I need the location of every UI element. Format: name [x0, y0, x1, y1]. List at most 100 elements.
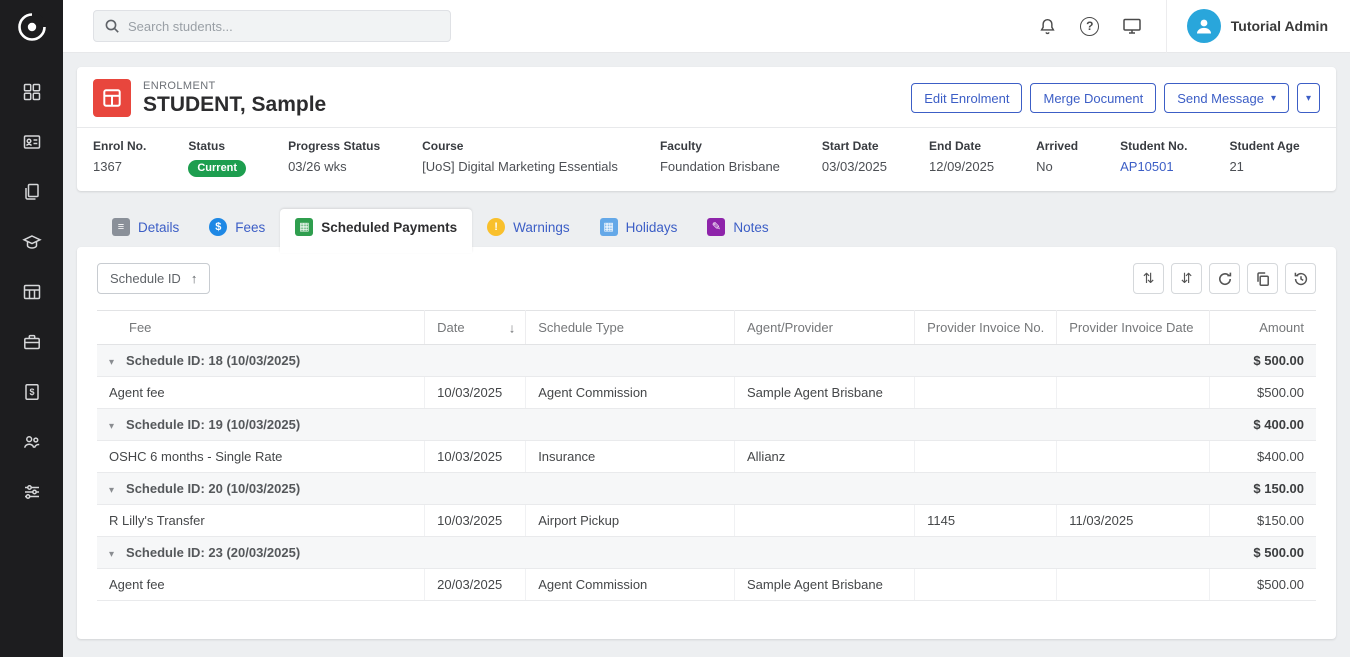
history-button[interactable]	[1285, 263, 1316, 294]
field-label: End Date	[929, 139, 994, 153]
sidebar-item-contacts[interactable]	[10, 122, 54, 162]
tab-warnings[interactable]: !Warnings	[472, 209, 585, 247]
graduation-cap-icon	[22, 232, 42, 252]
help-button[interactable]: ?	[1072, 8, 1108, 44]
column-header-agent-provider[interactable]: Agent/Provider	[734, 311, 914, 345]
group-title: Schedule ID: 20 (10/03/2025)	[126, 481, 300, 496]
collapse-group-icon[interactable]: ▾	[109, 485, 114, 496]
sidebar-item-services[interactable]	[10, 322, 54, 362]
column-header-fee[interactable]: Fee	[97, 311, 425, 345]
collapse-group-icon[interactable]: ▾	[109, 421, 114, 432]
enrolment-header: ENROLMENT STUDENT, Sample Edit Enrolment…	[77, 67, 1336, 127]
search-input[interactable]	[128, 19, 440, 34]
sidebar-item-enrolments[interactable]	[10, 172, 54, 212]
cell-amount: $150.00	[1209, 505, 1316, 537]
schedule-group-row[interactable]: ▾ Schedule ID: 20 (10/03/2025) $ 150.00	[97, 473, 1316, 505]
merge-document-button[interactable]: Merge Document	[1030, 83, 1156, 113]
sidebar-item-courses[interactable]	[10, 222, 54, 262]
more-actions-button[interactable]: ▾	[1297, 83, 1320, 113]
schedule-group-row[interactable]: ▾Schedule ID: 19 (10/03/2025)$ 400.00	[97, 409, 1316, 441]
tab-holidays[interactable]: ▦Holidays	[585, 209, 693, 247]
tab-scheduled[interactable]: ▦Scheduled Payments	[280, 209, 472, 253]
group-by-chip[interactable]: Schedule ID ↑	[97, 263, 210, 294]
remote-support-button[interactable]	[1114, 8, 1150, 44]
cell-fee: R Lilly's Transfer	[97, 505, 425, 537]
expand-all-button[interactable]: ⇅	[1133, 263, 1164, 294]
schedule-group-row[interactable]: ▾Schedule ID: 18 (10/03/2025)$ 500.00	[97, 345, 1316, 377]
send-message-button[interactable]: Send Message ▾	[1164, 83, 1289, 113]
payment-row[interactable]: Agent fee20/03/2025Agent CommissionSampl…	[97, 569, 1316, 601]
column-label: Schedule Type	[538, 320, 624, 335]
sort-desc-icon: ↓	[509, 320, 516, 335]
enrolment-actions: Edit Enrolment Merge Document Send Messa…	[911, 83, 1320, 113]
table-header-row: FeeDate↓Schedule TypeAgent/ProviderProvi…	[97, 311, 1316, 345]
column-header-schedule-type[interactable]: Schedule Type	[526, 311, 735, 345]
sidebar-item-agents[interactable]	[10, 422, 54, 462]
field-label: Student No.	[1120, 139, 1187, 153]
group-total: $ 400.00	[1209, 409, 1316, 441]
field-value: Current	[188, 159, 246, 177]
search-box[interactable]	[93, 10, 451, 42]
sidebar-item-dashboard[interactable]	[10, 72, 54, 112]
cell-agent-provider: Allianz	[734, 441, 914, 473]
content-area: ENROLMENT STUDENT, Sample Edit Enrolment…	[63, 53, 1350, 657]
invoice-icon: $	[22, 382, 42, 402]
topbar: ?	[63, 0, 1350, 53]
collapse-group-icon[interactable]: ▾	[109, 357, 114, 368]
app-logo[interactable]	[0, 0, 63, 54]
column-header-provider-invoice-no[interactable]: Provider Invoice No.	[915, 311, 1057, 345]
send-message-label: Send Message	[1177, 91, 1264, 106]
payment-row[interactable]: R Lilly's Transfer10/03/2025Airport Pick…	[97, 505, 1316, 537]
field-label: Faculty	[660, 139, 780, 153]
field-value: 03/26 wks	[288, 159, 380, 174]
tab-notes[interactable]: ✎Notes	[692, 209, 783, 247]
cell-date: 10/03/2025	[425, 441, 526, 473]
schedule-group-row[interactable]: ▾Schedule ID: 23 (20/03/2025)$ 500.00	[97, 537, 1316, 569]
column-header-date[interactable]: Date↓	[425, 311, 526, 345]
sidebar-nav: $	[10, 72, 54, 512]
group-title: Schedule ID: 23 (20/03/2025)	[126, 545, 300, 560]
id-card-icon	[22, 132, 42, 152]
column-label: Fee	[129, 320, 151, 335]
cell-provider-invoice-date: 11/03/2025	[1057, 505, 1209, 537]
field-label: Status	[188, 139, 246, 153]
main-column: ?	[63, 0, 1350, 657]
field-label: Progress Status	[288, 139, 380, 153]
scheduled-payments-panel: Schedule ID ↑ ⇅⇵ Fee Date↓ Schedule Type Ag…	[77, 247, 1336, 639]
tab-label: Notes	[733, 220, 768, 235]
tab-fees[interactable]: $Fees	[194, 209, 280, 247]
group-title: Schedule ID: 18 (10/03/2025)	[126, 353, 300, 368]
cell-schedule-type: Agent Commission	[526, 569, 735, 601]
group-total: $ 150.00	[1209, 473, 1316, 505]
grid-tool-buttons: ⇅⇵	[1133, 263, 1316, 294]
refresh-button[interactable]	[1209, 263, 1240, 294]
sidebar-item-tables[interactable]	[10, 272, 54, 312]
cell-provider-invoice-no: 1145	[915, 505, 1057, 537]
field-faculty: FacultyFoundation Brisbane	[660, 139, 780, 177]
column-header-provider-invoice-date[interactable]: Provider Invoice Date	[1057, 311, 1209, 345]
sidebar-item-settings[interactable]	[10, 472, 54, 512]
notifications-button[interactable]	[1030, 8, 1066, 44]
search-icon	[104, 18, 120, 34]
cell-schedule-type: Agent Commission	[526, 377, 735, 409]
field-progress-status: Progress Status 03/26 wks	[288, 139, 380, 177]
user-menu[interactable]: Tutorial Admin	[1166, 0, 1332, 53]
edit-enrolment-button[interactable]: Edit Enrolment	[911, 83, 1022, 113]
column-label: Amount	[1259, 320, 1304, 335]
payment-row[interactable]: OSHC 6 months - Single Rate10/03/2025Ins…	[97, 441, 1316, 473]
people-icon	[22, 432, 42, 452]
sliders-icon	[22, 482, 42, 502]
column-header-amount[interactable]: Amount	[1209, 311, 1316, 345]
copy-grid-button[interactable]	[1247, 263, 1278, 294]
tab-details[interactable]: ≡Details	[97, 209, 194, 247]
sidebar-item-finance[interactable]: $	[10, 372, 54, 412]
enrolment-icon	[93, 79, 131, 117]
payment-row[interactable]: Agent fee10/03/2025Agent CommissionSampl…	[97, 377, 1316, 409]
cell-fee: OSHC 6 months - Single Rate	[97, 441, 425, 473]
enrolment-fields: Enrol No.1367StatusCurrentProgress Statu…	[77, 127, 1336, 191]
field-value[interactable]: AP10501	[1120, 159, 1187, 174]
collapse-group-icon[interactable]: ▾	[109, 549, 114, 560]
sort-asc-icon: ↑	[191, 271, 198, 286]
collapse-all-button[interactable]: ⇵	[1171, 263, 1202, 294]
refresh-icon	[1217, 271, 1233, 287]
